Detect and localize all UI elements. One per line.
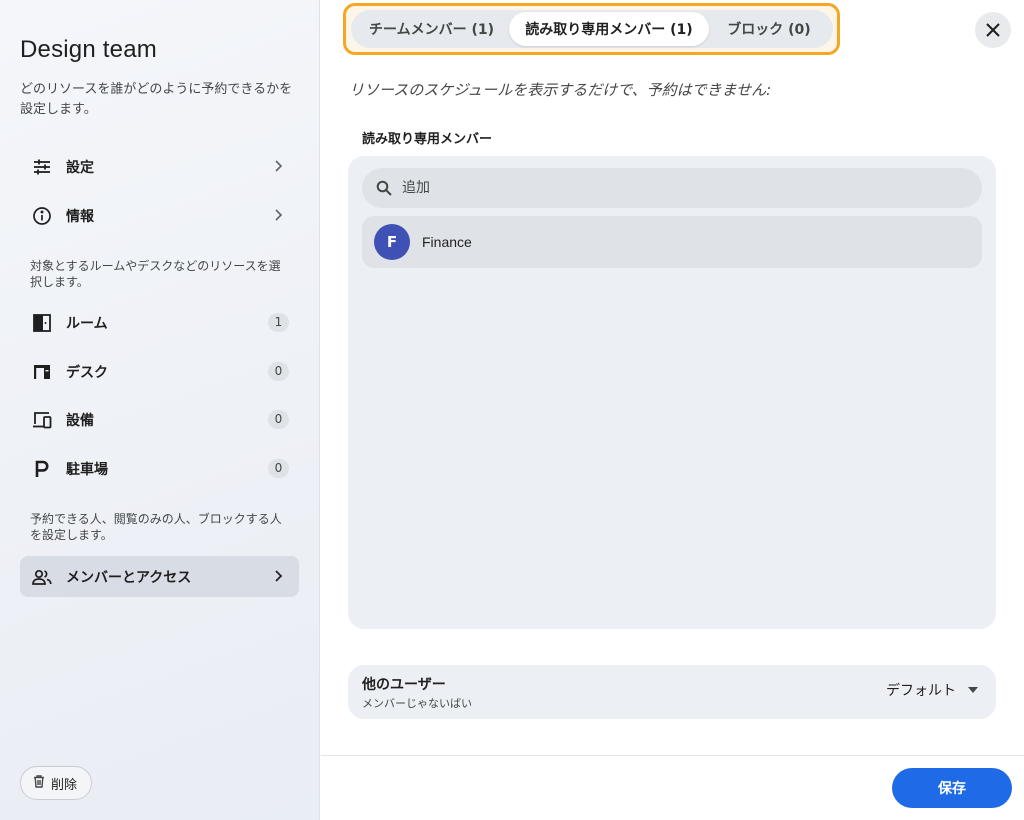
sidebar-item-settings[interactable]: 設定 [20,146,299,187]
tab-bar: チームメンバー (1) 読み取り専用メンバー (1) ブロック (0) [351,10,833,48]
desk-icon [31,361,53,383]
close-button[interactable] [975,12,1011,48]
member-name: Finance [422,234,472,250]
add-member-input[interactable] [402,168,982,208]
dropdown-value: デフォルト [886,683,956,699]
main-panel: チームメンバー (1) 読み取り専用メンバー (1) ブロック (0) リソース… [321,0,1024,820]
sidebar-item-label: デスク [66,364,108,381]
delete-button[interactable]: 削除 [20,766,93,800]
count-badge: 0 [268,410,289,429]
chevron-right-icon [275,570,283,582]
sidebar: Design team どのリソースを誰がどのように予約できるかを設定します。 … [0,0,320,820]
list-item[interactable]: F Finance [362,216,982,268]
sidebar-item-equipment[interactable]: 設備 0 [20,399,299,440]
section-label: 読み取り専用メンバー [362,132,493,147]
panel-subtitle: リソースのスケジュールを表示するだけで、予約はできません: [349,81,772,99]
sidebar-item-label: ルーム [66,315,108,332]
chevron-right-icon [275,160,283,172]
people-icon [31,566,53,588]
page-title: Design team [20,36,157,63]
sidebar-item-label: メンバーとアクセス [66,569,192,586]
sidebar-item-label: 設備 [66,412,94,429]
devices-icon [31,409,53,431]
sidebar-item-rooms[interactable]: ルーム 1 [20,302,299,343]
other-users-title: 他のユーザー [362,677,446,693]
resources-note: 対象とするルームやデスクなどのリソースを選択します。 [30,259,281,289]
other-users-dropdown[interactable]: デフォルト [886,680,978,700]
tab-blocked[interactable]: ブロック (0) [709,12,829,46]
delete-label: 削除 [51,776,78,792]
other-users-row: 他のユーザー メンバーじゃないばい デフォルト [348,665,996,719]
access-note: 予約できる人、閲覧のみの人、ブロックする人を設定します。 [30,512,282,542]
sidebar-item-label: 駐車場 [66,461,108,478]
sidebar-item-parking[interactable]: 駐車場 0 [20,448,299,489]
sidebar-description: どのリソースを誰がどのように予約できるかを設定します。 [20,82,293,117]
sidebar-item-members-access[interactable]: メンバーとアクセス [20,556,299,597]
save-button[interactable]: 保存 [892,768,1012,808]
trash-icon [33,775,45,791]
avatar: F [374,224,410,260]
info-icon [31,205,53,227]
search-box[interactable] [362,168,982,208]
arrow-drop-down-icon [968,687,978,693]
count-badge: 0 [268,362,289,381]
close-icon [986,23,1000,37]
tab-team-members[interactable]: チームメンバー (1) [354,12,509,46]
sidebar-item-desks[interactable]: デスク 0 [20,351,299,392]
other-users-subtitle: メンバーじゃないばい [362,697,472,710]
parking-icon [31,458,53,480]
members-card: F Finance [348,156,996,629]
tune-icon [31,156,53,178]
count-badge: 1 [268,313,289,332]
sidebar-item-label: 情報 [66,208,94,225]
search-icon [374,178,394,198]
sidebar-item-info[interactable]: 情報 [20,195,299,236]
tab-read-only-members[interactable]: 読み取り専用メンバー (1) [509,12,709,46]
count-badge: 0 [268,459,289,478]
footer-divider [321,755,1024,756]
sidebar-item-label: 設定 [66,159,94,176]
chevron-right-icon [275,209,283,221]
door-icon [31,312,53,334]
